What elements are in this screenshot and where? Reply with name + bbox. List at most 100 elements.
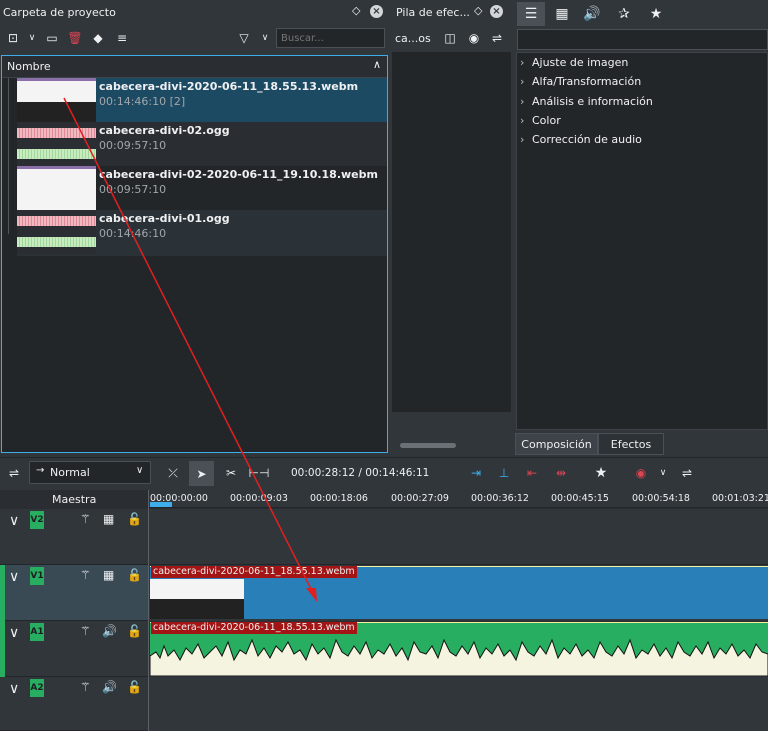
track-settings-icon[interactable]: ⇌: [4, 463, 24, 483]
chevron-right-icon: ›: [520, 75, 525, 88]
sort-chevron-icon[interactable]: ∧: [373, 58, 381, 71]
track-area-a2[interactable]: [149, 677, 768, 731]
track-label-v1: V1: [30, 567, 44, 585]
split-view-icon[interactable]: ◫: [440, 28, 460, 48]
video-clip-label: cabecera-divi-2020-06-11_18.55.13.webm: [151, 566, 357, 578]
delete-icon[interactable]: 🗑: [65, 28, 85, 48]
arrow-right-icon: →: [36, 465, 45, 476]
film-icon[interactable]: ▦: [103, 512, 114, 526]
speaker-icon[interactable]: 🔊: [102, 680, 117, 694]
filter-chevron-icon[interactable]: ∨: [255, 28, 275, 48]
lift-icon[interactable]: ⇤: [522, 463, 542, 483]
clip-name: cabecera-divi-01.ogg: [99, 212, 230, 225]
column-header-name: Nombre: [7, 60, 51, 73]
float-panel-icon[interactable]: ◇: [474, 4, 482, 17]
project-bin-panel: Carpeta de proyecto ◇ × ⊡ ∨ ▭ 🗑 ◆ ≡ ▽ ∨ …: [0, 0, 390, 455]
spacer-tool-icon[interactable]: ⤫: [163, 463, 183, 483]
speaker-icon[interactable]: 🔊: [102, 624, 117, 638]
edit-mode-value: Normal: [50, 466, 90, 479]
list-item[interactable]: cabecera-divi-2020-06-11_18.55.13.webm 0…: [17, 78, 387, 122]
lock-icon[interactable]: 🔓: [127, 512, 142, 526]
effect-stack-area: [392, 52, 511, 412]
magic-wand-icon[interactable]: ⚚: [80, 512, 91, 526]
audio-clip-label: cabecera-divi-2020-06-11_18.55.13.webm: [151, 622, 357, 634]
tab-composicion[interactable]: Composición: [515, 433, 598, 455]
list-item[interactable]: cabecera-divi-01.ogg 00:14:46:10: [17, 210, 387, 254]
close-panel-icon[interactable]: ×: [490, 5, 503, 18]
clip-duration: 00:09:57:10: [99, 183, 167, 196]
clip-duration: 00:09:57:10: [99, 139, 167, 152]
filter-icon[interactable]: ▽: [234, 28, 254, 48]
list-item[interactable]: cabecera-divi-02.ogg 00:09:57:10: [17, 122, 387, 166]
list-view-button[interactable]: ☰: [517, 2, 545, 26]
collapse-track-icon[interactable]: ∨: [9, 513, 19, 529]
record-chevron-icon[interactable]: ∨: [653, 463, 673, 483]
magic-wand-icon[interactable]: ⚚: [80, 568, 91, 582]
settings-icon[interactable]: ⇌: [487, 28, 507, 48]
mixer-icon[interactable]: ⇌: [677, 463, 697, 483]
collapse-track-icon[interactable]: ∨: [9, 681, 19, 697]
record-icon[interactable]: ◉: [631, 463, 651, 483]
menu-icon[interactable]: ≡: [112, 28, 132, 48]
effect-stack-label: ca...os: [395, 32, 431, 45]
ruler-tick: 00:01:03:21: [712, 493, 768, 504]
tab-efectos[interactable]: Efectos: [598, 433, 664, 455]
effect-category[interactable]: › Ajuste de imagen: [520, 56, 628, 69]
column-header[interactable]: Nombre ∧: [2, 56, 387, 78]
horizontal-scrollbar[interactable]: [400, 443, 456, 448]
track-label-a2: A2: [30, 679, 44, 697]
selection-tool-button[interactable]: ➤: [189, 461, 214, 486]
lock-icon[interactable]: 🔓: [127, 624, 142, 638]
slip-tool-icon[interactable]: ⊢⊣: [249, 463, 270, 483]
project-bin-title: Carpeta de proyecto: [3, 6, 116, 19]
edit-mode-select[interactable]: → Normal ∨: [29, 461, 151, 484]
razor-tool-icon[interactable]: ✂: [221, 463, 241, 483]
effect-category[interactable]: › Corrección de audio: [520, 133, 642, 146]
close-panel-icon[interactable]: ×: [370, 5, 383, 18]
master-label: Maestra: [52, 493, 97, 506]
effect-category[interactable]: › Alfa/Transformación: [520, 75, 641, 88]
video-effects-icon[interactable]: ▦: [552, 4, 572, 24]
chevron-right-icon: ›: [520, 95, 525, 108]
ruler-tick: 00:00:54:18: [632, 493, 690, 504]
video-clip-thumbnail: [150, 579, 244, 619]
collapse-track-icon[interactable]: ∨: [9, 625, 19, 641]
track-header-divider: [148, 490, 149, 731]
active-track-indicator: [0, 621, 5, 677]
audio-effects-icon[interactable]: 🔊: [582, 4, 602, 24]
track-label-a1: A1: [30, 623, 44, 641]
ruler-tick: 00:00:18:06: [310, 493, 368, 504]
custom-effects-icon[interactable]: ✰: [614, 4, 634, 24]
tag-icon[interactable]: ◆: [88, 28, 108, 48]
track-area-v2[interactable]: [149, 509, 768, 565]
float-panel-icon[interactable]: ◇: [352, 4, 360, 17]
lock-icon[interactable]: 🔓: [127, 568, 142, 582]
list-item[interactable]: cabecera-divi-02-2020-06-11_19.10.18.web…: [17, 166, 387, 210]
chevron-down-icon[interactable]: ∨: [22, 28, 42, 48]
search-input[interactable]: [276, 28, 385, 48]
extract-icon[interactable]: ⇹: [551, 463, 571, 483]
playhead-marker[interactable]: [150, 502, 172, 507]
audio-waveform: [150, 638, 768, 676]
clip-duration: 00:14:46:10: [99, 227, 167, 240]
effect-category[interactable]: › Color: [520, 114, 561, 127]
magic-wand-icon[interactable]: ⚚: [80, 680, 91, 694]
favorites-icon[interactable]: ★: [646, 4, 666, 24]
magic-wand-icon[interactable]: ⚚: [80, 624, 91, 638]
favorite-star-icon[interactable]: ★: [591, 463, 611, 483]
chevron-right-icon: ›: [520, 133, 525, 146]
clip-name: cabecera-divi-2020-06-11_18.55.13.webm: [99, 80, 359, 93]
add-clip-icon[interactable]: ⊡: [3, 28, 23, 48]
insert-icon[interactable]: ⇥: [466, 463, 486, 483]
ruler-tick: 00:00:45:15: [551, 493, 609, 504]
chevron-down-icon: ∨: [136, 465, 144, 476]
film-icon[interactable]: ▦: [103, 568, 114, 582]
collapse-track-icon[interactable]: ∨: [9, 569, 19, 585]
add-folder-icon[interactable]: ▭: [42, 28, 62, 48]
lock-icon[interactable]: 🔓: [127, 680, 142, 694]
overwrite-icon[interactable]: ⊥: [494, 463, 514, 483]
eye-icon[interactable]: ◉: [464, 28, 484, 48]
effects-tree: [516, 52, 768, 430]
effects-search-input[interactable]: [517, 29, 768, 50]
effect-category[interactable]: › Análisis e información: [520, 95, 653, 108]
